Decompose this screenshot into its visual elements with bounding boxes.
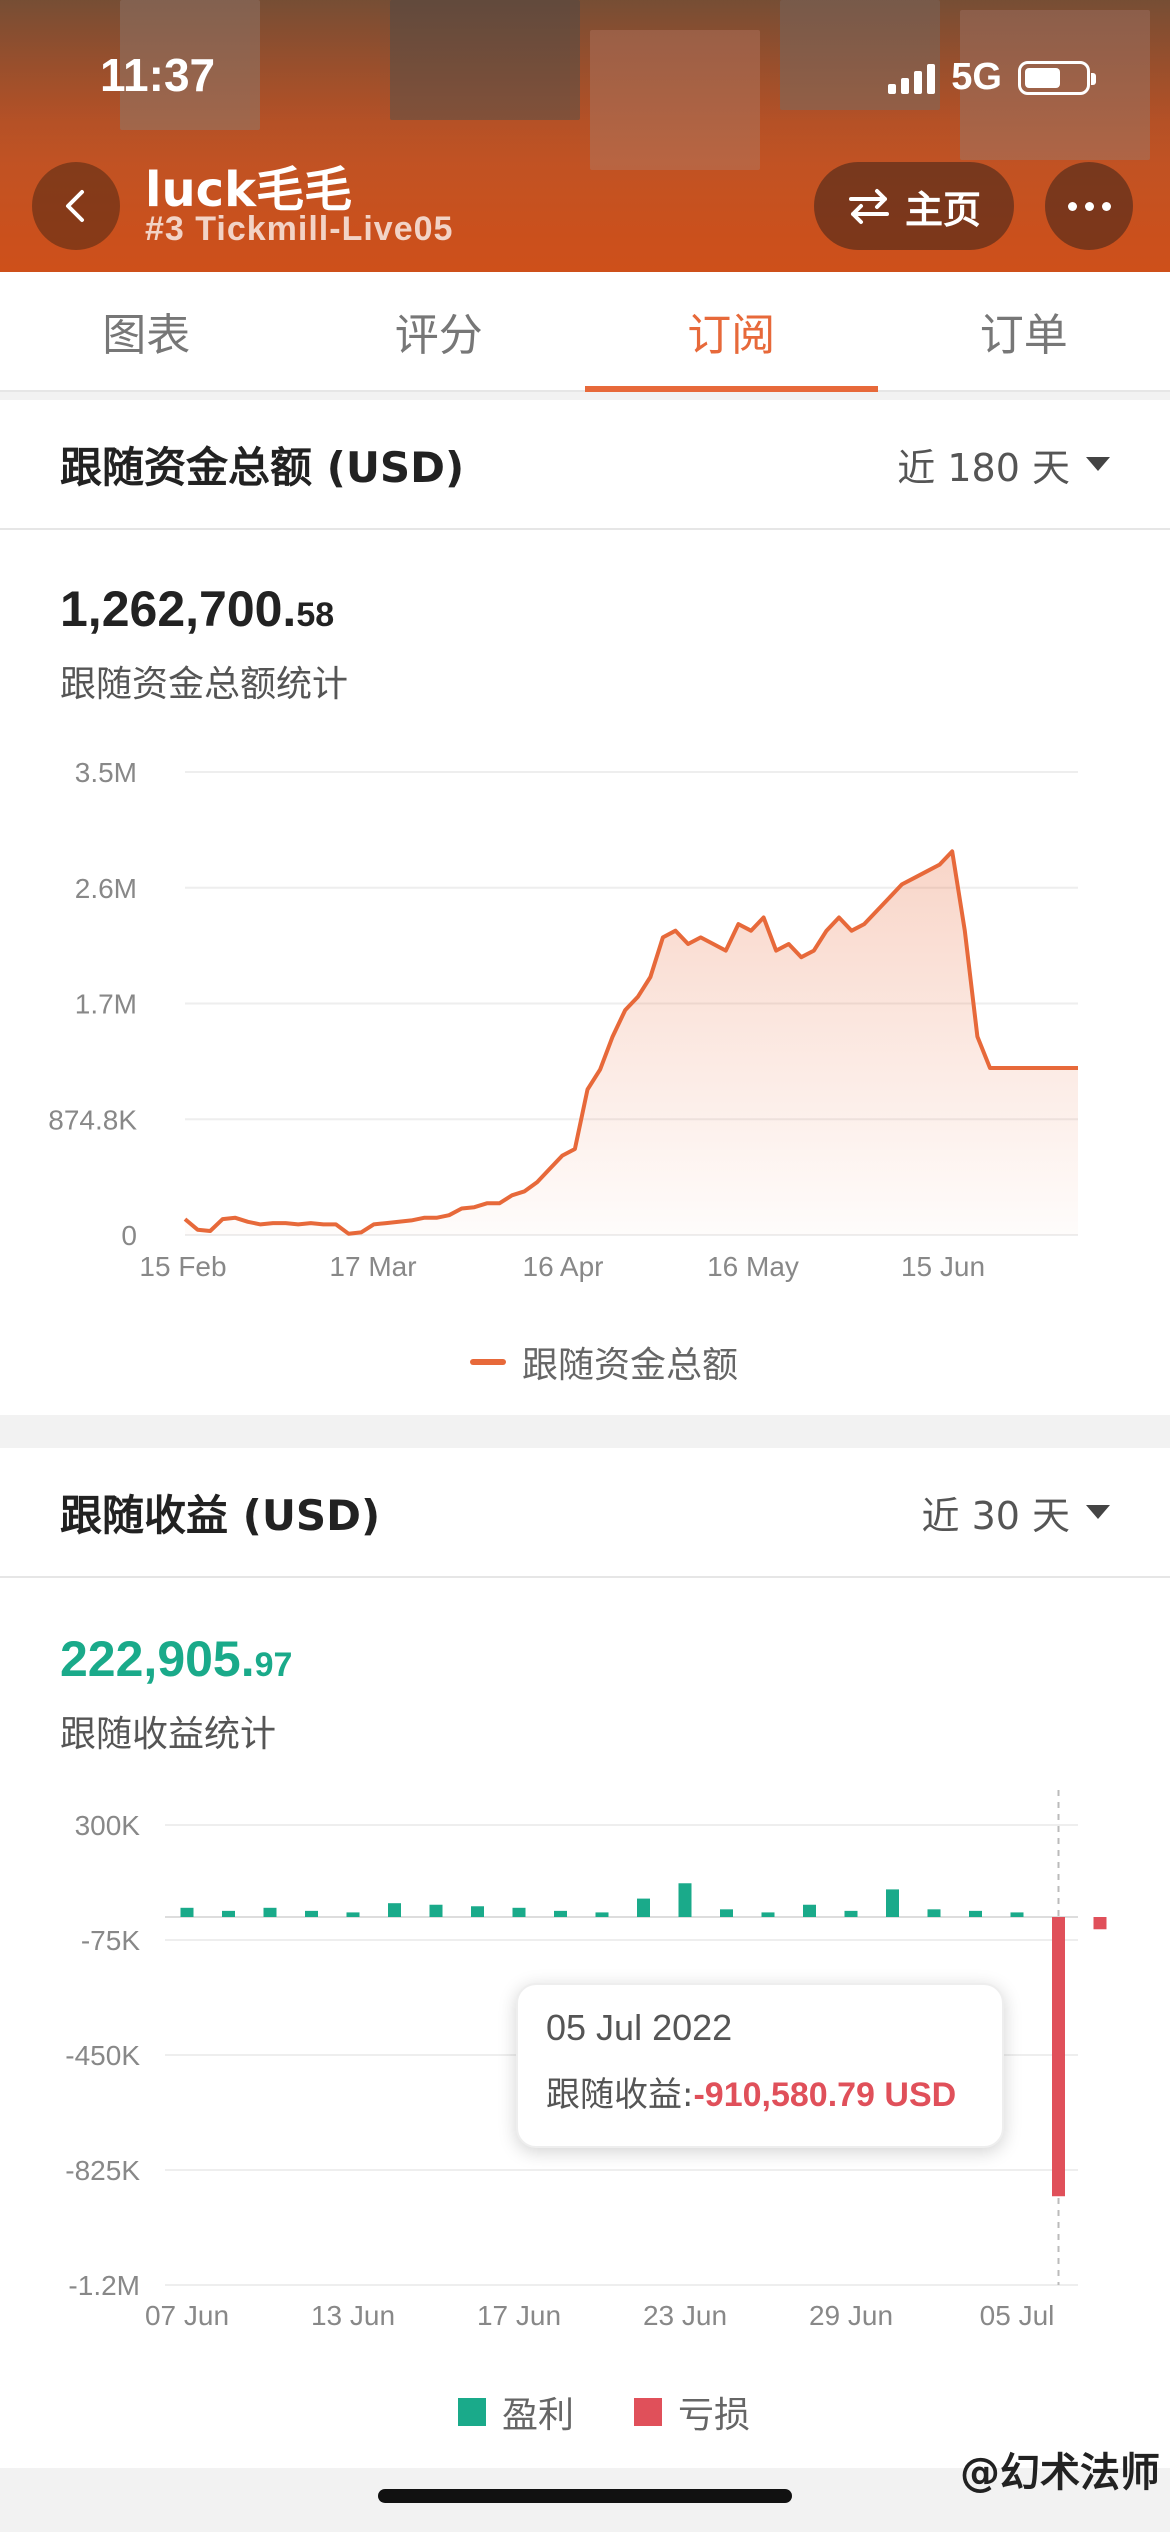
x-tick-label: 17 Mar [329,1251,416,1282]
legend-loss-swatch [634,2398,663,2426]
profit-bar [761,1912,775,1917]
profit-bar [388,1903,401,1917]
status-time: 11:37 [100,49,216,101]
x-tick-label: 15 Jun [901,1251,985,1282]
tab-subscription[interactable]: 订阅 [585,272,878,392]
tab-chart[interactable]: 图表 [0,272,293,390]
swap-icon [848,189,889,224]
tooltip-value: -910,580.79 USD [693,2076,957,2114]
profit-range-label: 近 30 天 [921,1493,1070,1538]
status-icons: 5G [888,56,1096,99]
x-tick-label: 17 Jun [477,2300,561,2331]
profit-bar [886,1889,899,1917]
network-label: 5G [951,56,1002,98]
profit-bar [595,1912,609,1917]
funds-line-chart: 3.5M 2.6M 1.7M 874.8K 015 Feb 17 Mar 16 Apr 16 … [48,757,1078,1282]
profit-bar [803,1904,816,1917]
y-tick-label: 0 [121,1220,137,1251]
legend-line-icon [470,1359,506,1365]
legend-profit-swatch [458,2398,486,2426]
profit-bar [554,1910,567,1917]
profit-bar [180,1907,194,1917]
area-fill [185,851,1078,1235]
watermark: @幻术法师 [960,2450,1160,2496]
profit-bar [927,1909,941,1917]
home-indicator[interactable] [378,2489,792,2503]
tab-orders[interactable]: 订单 [878,272,1170,390]
y-tick-label: -75K [81,1925,140,1956]
profit-bar [471,1906,484,1917]
profit-bar [637,1898,650,1917]
y-tick-label: 874.8K [48,1104,137,1135]
x-tick-label: 15 Feb [139,1251,226,1282]
home-button-label: 主页 [904,187,981,232]
caret-down-icon [1086,457,1110,471]
caret-down-icon [1086,1505,1110,1519]
funds-range-label: 近 180 天 [897,445,1070,490]
profit-total-decimal: 97 [254,1646,293,1684]
x-tick-label: 13 Jun [311,2300,395,2331]
profit-bar [429,1904,443,1917]
chevron-left-icon [66,190,84,222]
legend-profit-label: 盈利 [502,2395,575,2436]
x-tick-label: 16 May [707,1251,799,1282]
x-tick-label: 07 Jun [145,2300,229,2331]
chart-tooltip: 05 Jul 2022 跟随收益:-910,580.79 USD [516,1983,1004,2148]
profit-total-int: 222,905. [60,1631,255,1687]
y-tick-label: -825K [65,2155,140,2186]
back-button[interactable] [32,162,120,250]
y-tick-label: -450K [65,2040,140,2071]
profit-total-value: 222,905.97 [60,1630,292,1688]
battery-icon [1018,60,1096,95]
profit-bar [346,1912,360,1917]
y-tick-label: -1.2M [68,2270,140,2301]
funds-legend-label: 跟随资金总额 [522,1345,739,1386]
profit-card-title: 跟随收益 (USD) [60,1490,381,1540]
y-tick-label: 300K [75,1810,141,1841]
profit-bar [1010,1912,1024,1917]
funds-card-title: 跟随资金总额 (USD) [60,442,465,492]
signal-icon [888,62,936,94]
profit-bar [969,1910,982,1917]
profile-header: 11:37 5G luck毛毛 #3 Tickmill-Live05 主页 [0,0,1170,272]
profit-bar [222,1910,235,1917]
funds-range-select[interactable]: 近 180 天 [897,437,1110,492]
funds-total-decimal: 58 [296,596,335,634]
y-tick-label: 2.6M [75,873,137,904]
y-tick-label: 3.5M [75,757,137,788]
profit-bar [678,1883,692,1917]
profit-bar [305,1910,318,1917]
y-tick-label: 1.7M [75,989,137,1020]
funds-legend: 跟随资金总额 [470,1336,738,1388]
funds-total-value: 1,262,700.58 [60,580,334,638]
funds-total-int: 1,262,700. [60,581,297,637]
x-tick-label: 16 Apr [523,1251,604,1282]
profit-bar [263,1907,277,1917]
profit-bar [844,1910,858,1917]
more-dots-icon [1067,201,1077,211]
loss-bar [1093,1917,1107,1930]
profit-bar [720,1909,733,1917]
more-button[interactable] [1045,162,1133,250]
x-tick-label: 23 Jun [643,2300,727,2331]
profit-range-select[interactable]: 近 30 天 [921,1485,1110,1540]
profit-legend: 盈利 亏损 [458,2386,750,2438]
tooltip-label: 跟随收益: [546,2075,694,2115]
funds-total-label: 跟随资金总额统计 [60,664,349,705]
tooltip-date: 05 Jul 2022 [546,2007,733,2048]
x-tick-label: 29 Jun [809,2300,893,2331]
loss-bar [1052,1917,1065,2197]
x-tick-label: 05 Jul [980,2300,1055,2331]
account-label: #3 Tickmill-Live05 [145,210,454,248]
profit-bar [512,1907,526,1917]
home-button[interactable]: 主页 [814,162,1014,250]
tab-rating[interactable]: 评分 [293,272,586,390]
tab-bar: 图表 评分 订阅 订单 [0,272,1170,392]
legend-loss-label: 亏损 [678,2395,751,2436]
profit-total-label: 跟随收益统计 [60,1714,277,1755]
